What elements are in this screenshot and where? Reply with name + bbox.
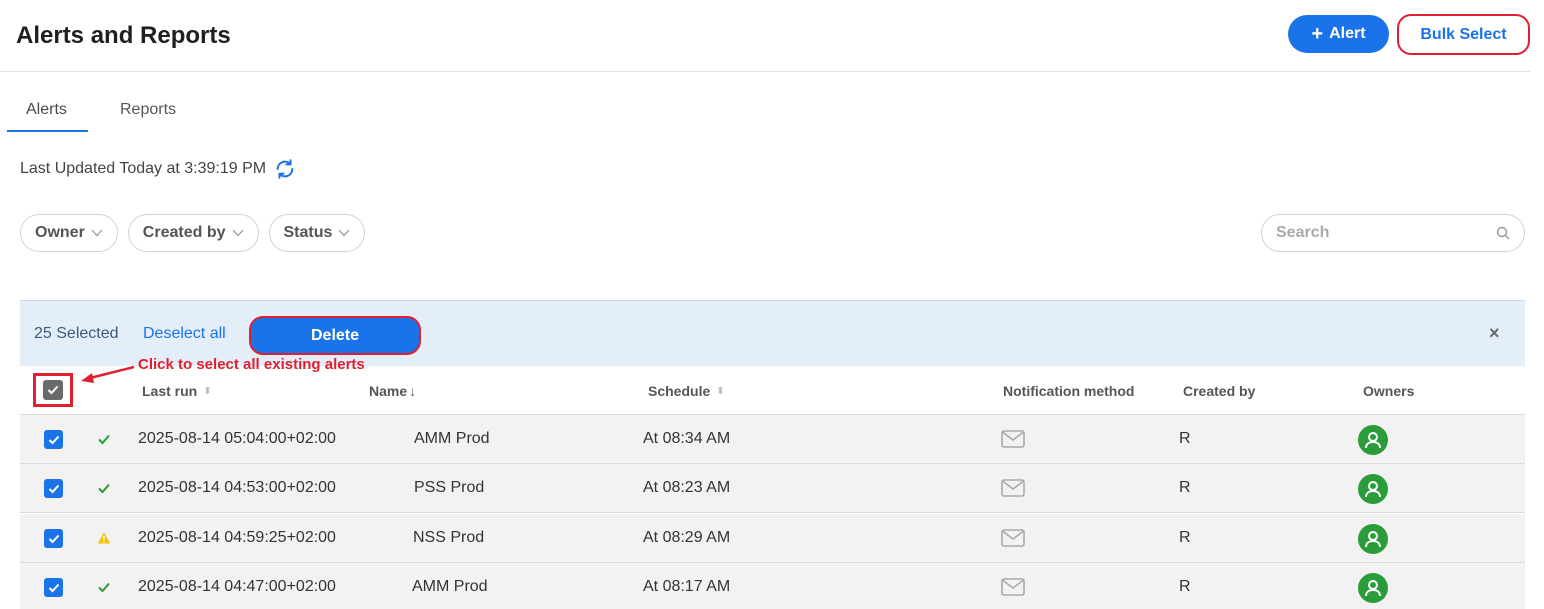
- schedule-cell: At 08:29 AM: [643, 529, 731, 546]
- annotation-text: Click to select all existing alerts: [138, 356, 365, 373]
- search-box: [1261, 214, 1525, 252]
- last-run-cell: 2025-08-14 05:04:00+02:00: [138, 430, 336, 447]
- checkmark-icon: [48, 534, 59, 543]
- delete-button[interactable]: Delete: [249, 316, 421, 355]
- name-cell: NSS Prod: [413, 529, 485, 546]
- owner-avatar[interactable]: [1358, 474, 1388, 504]
- name-cell: PSS Prod: [414, 479, 485, 496]
- refresh-icon[interactable]: [274, 158, 296, 180]
- success-check-icon: [98, 483, 110, 494]
- select-all-highlight: [33, 373, 73, 407]
- column-schedule[interactable]: Schedule ⬍: [648, 383, 725, 399]
- checkmark-icon: [47, 385, 59, 395]
- column-owners: Owners: [1363, 383, 1415, 399]
- tab-reports[interactable]: Reports: [100, 96, 195, 132]
- created-by-cell: R: [1179, 578, 1191, 595]
- last-updated: Last Updated Today at 3:39:19 PM: [20, 158, 296, 180]
- created-by-cell: R: [1179, 479, 1191, 496]
- success-check-icon: [98, 582, 110, 593]
- user-icon: [1365, 531, 1381, 548]
- plus-icon: +: [1311, 23, 1324, 45]
- owner-avatar[interactable]: [1358, 425, 1388, 455]
- status-filter[interactable]: Status: [268, 214, 366, 252]
- created-by-filter[interactable]: Created by: [127, 214, 259, 252]
- row-checkbox[interactable]: [44, 578, 63, 597]
- last-run-cell: 2025-08-14 04:53:00+02:00: [138, 479, 336, 496]
- name-cell: AMM Prod: [412, 578, 488, 595]
- tab-alerts[interactable]: Alerts: [7, 96, 88, 132]
- page-title: Alerts and Reports: [16, 22, 231, 49]
- table-row[interactable]: 2025-08-14 04:47:00+02:00 AMM Prod At 08…: [20, 563, 1525, 609]
- chevron-down-icon: [338, 229, 350, 237]
- tab-bar: Alerts Reports: [7, 96, 195, 132]
- owner-filter[interactable]: Owner: [20, 214, 118, 252]
- deselect-all-link[interactable]: Deselect all: [143, 325, 226, 343]
- table-row[interactable]: 2025-08-14 04:59:25+02:00 NSS Prod At 08…: [20, 514, 1525, 563]
- row-checkbox[interactable]: [44, 430, 63, 449]
- annotation-arrow: [81, 365, 135, 383]
- status-filter-label: Status: [283, 224, 333, 241]
- column-created-by: Created by: [1183, 383, 1256, 399]
- name-cell: AMM Prod: [414, 430, 490, 447]
- warning-icon: [98, 532, 110, 544]
- close-icon[interactable]: ×: [1489, 323, 1500, 344]
- checkmark-icon: [48, 583, 59, 592]
- column-notification: Notification method: [1003, 383, 1135, 399]
- owner-filter-label: Owner: [35, 224, 85, 241]
- success-check-icon: [98, 434, 110, 445]
- schedule-cell: At 08:17 AM: [643, 578, 731, 595]
- checkmark-icon: [48, 484, 59, 493]
- user-icon: [1365, 481, 1381, 498]
- sort-icon: ⬍: [716, 385, 725, 397]
- column-last-run[interactable]: Last run ⬍: [142, 383, 212, 399]
- add-alert-button[interactable]: + Alert: [1288, 15, 1389, 53]
- chevron-down-icon: [91, 229, 103, 237]
- checkmark-icon: [48, 435, 59, 444]
- user-icon: [1365, 580, 1381, 597]
- table-row[interactable]: 2025-08-14 05:04:00+02:00 AMM Prod At 08…: [20, 415, 1525, 464]
- add-alert-label: Alert: [1329, 25, 1366, 42]
- user-icon: [1365, 432, 1381, 449]
- created-by-cell: R: [1179, 529, 1191, 546]
- sort-icon: ⬍: [203, 385, 212, 397]
- selected-count: 25 Selected: [34, 325, 119, 342]
- chevron-down-icon: [232, 229, 243, 237]
- column-schedule-label: Schedule: [648, 383, 711, 399]
- table-header: Last run ⬍ Name ↓ Schedule ⬍ Notificatio…: [20, 366, 1525, 415]
- row-checkbox[interactable]: [44, 529, 63, 548]
- owner-avatar[interactable]: [1358, 573, 1388, 603]
- search-input[interactable]: [1276, 224, 1476, 242]
- sort-descending-icon: ↓: [409, 383, 417, 399]
- schedule-cell: At 08:34 AM: [643, 430, 731, 447]
- email-icon: [1001, 529, 1025, 547]
- email-icon: [1001, 578, 1025, 596]
- last-updated-text: Last Updated Today at 3:39:19 PM: [20, 160, 267, 177]
- email-icon: [1001, 430, 1025, 448]
- page-header: Alerts and Reports + Alert Bulk Select: [0, 0, 1530, 72]
- column-name-label: Name: [369, 383, 408, 399]
- row-checkbox[interactable]: [44, 479, 63, 498]
- created-by-filter-label: Created by: [142, 224, 226, 241]
- select-all-checkbox[interactable]: [43, 380, 63, 400]
- email-icon: [1001, 479, 1025, 497]
- last-run-cell: 2025-08-14 04:47:00+02:00: [138, 578, 336, 595]
- created-by-cell: R: [1179, 430, 1191, 447]
- column-name[interactable]: Name ↓: [369, 383, 416, 399]
- bulk-select-button[interactable]: Bulk Select: [1397, 14, 1530, 55]
- last-run-cell: 2025-08-14 04:59:25+02:00: [138, 529, 336, 546]
- search-icon[interactable]: [1496, 226, 1510, 240]
- owner-avatar[interactable]: [1358, 524, 1388, 554]
- filter-bar: Owner Created by Status: [20, 214, 366, 252]
- table-row[interactable]: 2025-08-14 04:53:00+02:00 PSS Prod At 08…: [20, 464, 1525, 513]
- column-last-run-label: Last run: [142, 383, 198, 399]
- schedule-cell: At 08:23 AM: [643, 479, 731, 496]
